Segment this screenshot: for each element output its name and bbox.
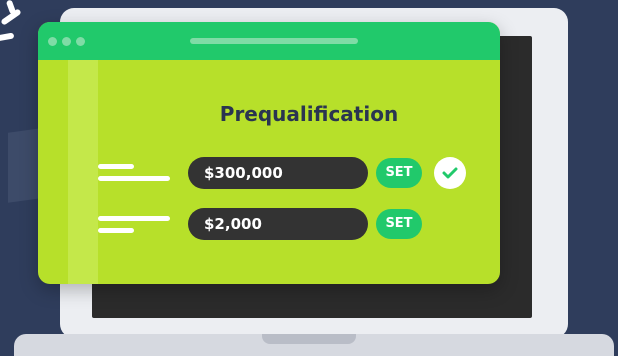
burst-line-decoration [0,32,15,42]
amount-field[interactable]: $2,000 [188,208,368,240]
window-dot-icon [76,37,85,46]
burst-line-decoration [5,0,17,15]
row-label-placeholder [98,216,170,221]
row-label-placeholder [98,164,134,169]
prequalification-window: Prequalification $300,000 SET $2,000 SET [38,22,500,284]
row-label-placeholder [98,176,170,181]
scene: Prequalification $300,000 SET $2,000 SET [0,0,618,356]
window-dot-icon [62,37,71,46]
window-dot-icon [48,37,57,46]
address-bar [190,38,358,44]
set-button[interactable]: SET [376,158,422,188]
window-title-bar [38,22,500,60]
check-icon [434,157,466,189]
page-title: Prequalification [219,102,399,126]
set-button[interactable]: SET [376,209,422,239]
laptop-notch [262,334,356,344]
amount-field[interactable]: $300,000 [188,157,368,189]
window-side-strip [68,60,98,284]
row-label-placeholder [98,228,134,233]
